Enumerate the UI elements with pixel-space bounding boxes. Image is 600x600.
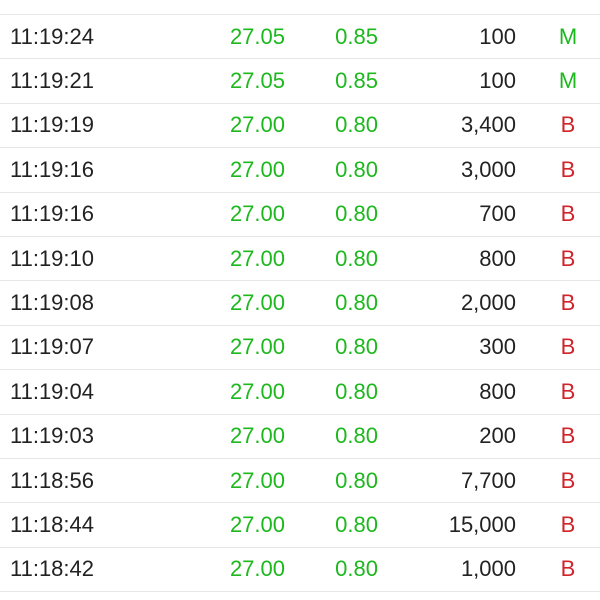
trade-row[interactable]: 11:18:56 27.00 0.80 7,700 B [0,459,600,504]
trade-change: 0.80 [335,334,378,360]
trade-row[interactable]: 11:19:10 27.00 0.80 800 B [0,237,600,282]
trade-time: 11:19:08 [10,290,95,316]
trade-time: 11:19:07 [10,334,95,360]
trade-row[interactable]: 11:19:24 27.05 0.85 100 M [0,15,600,60]
trade-row[interactable]: 11:19:07 27.00 0.80 300 B [0,326,600,371]
trade-side-indicator: M [558,23,578,49]
trade-change: 0.85 [335,23,378,49]
trade-change: 0.80 [335,201,378,227]
trade-side-indicator: B [560,112,576,138]
trade-side-indicator: B [560,423,576,449]
trade-side-indicator: B [560,290,576,316]
trade-price: 27.00 [229,378,285,404]
trade-volume: 3,400 [460,112,516,138]
trade-change: 0.80 [335,556,378,582]
trade-change: 0.80 [335,423,378,449]
trade-row[interactable]: 11:19:16 27.00 0.80 3,000 B [0,148,600,193]
trade-volume: 2,000 [460,290,516,316]
trade-side-indicator: B [560,467,576,493]
trade-row[interactable]: 11:19:03 27.00 0.80 200 B [0,415,600,459]
trade-change: 0.80 [335,378,378,404]
trade-time: 11:19:10 [10,245,95,271]
trade-side-indicator: B [560,156,576,182]
trade-side-indicator: B [560,245,576,271]
trade-price: 27.00 [229,201,285,227]
trade-side-indicator: B [560,334,576,360]
trade-time: 11:19:03 [10,423,95,449]
trade-volume: 200 [479,423,516,449]
trade-volume: 100 [479,23,516,49]
trade-price: 27.00 [229,511,285,537]
trade-row[interactable]: 11:19:04 27.00 0.80 800 B [0,370,600,415]
trade-row[interactable]: 11:18:42 27.00 0.80 1,000 B [0,548,600,593]
trade-price: 27.00 [229,245,285,271]
trade-change: 0.80 [335,245,378,271]
trade-price: 27.00 [229,112,285,138]
trade-change: 0.80 [335,112,378,138]
trade-volume: 7,700 [460,467,516,493]
trade-volume: 100 [479,68,516,94]
trade-time: 11:19:04 [10,378,95,404]
trade-time: 11:18:56 [10,467,95,493]
trade-row[interactable]: 11:18:44 27.00 0.80 15,000 B [0,503,600,548]
trade-time: 11:18:44 [10,511,95,537]
trade-row[interactable]: 11:19:08 27.00 0.80 2,000 B [0,281,600,326]
trade-row[interactable]: 11:19:19 27.00 0.80 3,400 B [0,104,600,149]
trade-volume: 800 [479,245,516,271]
trade-volume: 300 [479,334,516,360]
trade-volume: 800 [479,378,516,404]
trade-price: 27.05 [229,68,285,94]
trade-change: 0.80 [335,467,378,493]
trade-change: 0.80 [335,511,378,537]
trade-side-indicator: B [560,511,576,537]
trade-side-indicator: B [560,201,576,227]
trade-price: 27.00 [229,423,285,449]
trade-price: 27.00 [229,556,285,582]
trade-change: 0.80 [335,290,378,316]
trade-price: 27.00 [229,334,285,360]
trade-volume: 700 [479,201,516,227]
trade-price: 27.00 [229,156,285,182]
trade-side-indicator: M [558,68,578,94]
trade-change: 0.80 [335,156,378,182]
trade-change: 0.85 [335,68,378,94]
trade-row[interactable]: 11:19:21 27.05 0.85 100 M [0,59,600,104]
trade-list[interactable]: 11:19:24 27.05 0.85 100 M 11:19:21 27.05… [0,14,600,593]
trade-price: 27.00 [229,290,285,316]
trade-volume: 15,000 [448,511,516,537]
trade-time: 11:19:19 [10,112,95,138]
trade-time: 11:19:21 [10,68,95,94]
trade-time: 11:18:42 [10,556,95,582]
trade-price: 27.00 [229,467,285,493]
trade-volume: 1,000 [460,556,516,582]
trade-time: 11:19:16 [10,201,95,227]
trade-side-indicator: B [560,556,576,582]
trade-row[interactable]: 11:19:16 27.00 0.80 700 B [0,193,600,237]
trade-price: 27.05 [229,23,285,49]
trade-time: 11:19:16 [10,156,95,182]
trade-side-indicator: B [560,378,576,404]
trade-volume: 3,000 [460,156,516,182]
trade-time: 11:19:24 [10,23,95,49]
